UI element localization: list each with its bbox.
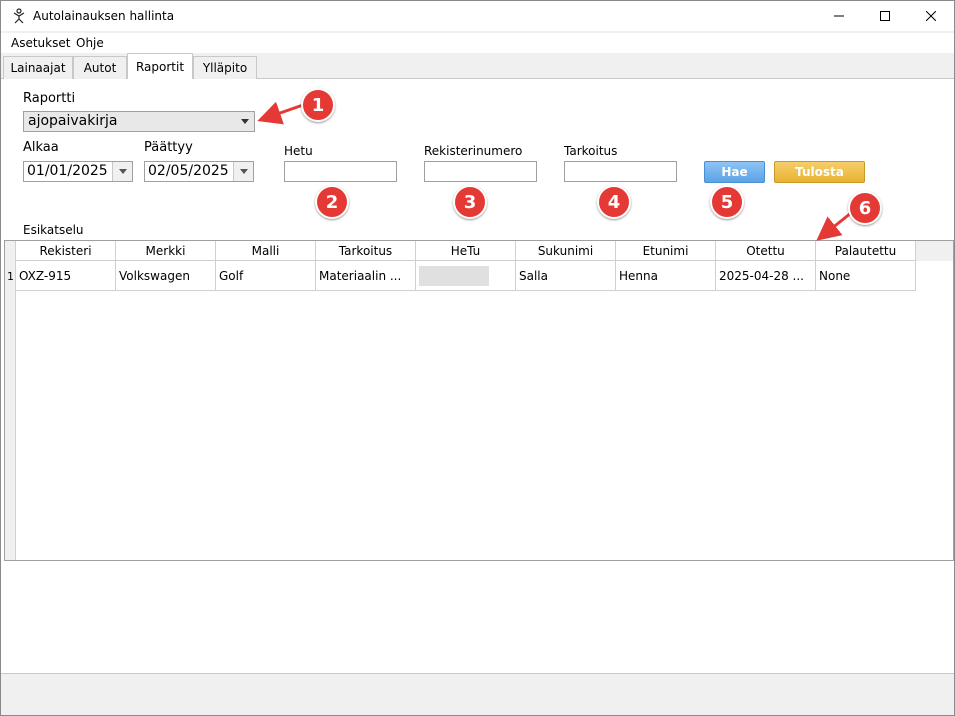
table-header: Rekisteri Merkki Malli Tarkoitus HeTu Su… [5,241,953,261]
minimize-icon [834,15,844,17]
annotation-badge-4: 4 [597,185,631,219]
start-date-value: 01/01/2025 [27,163,108,179]
cell-merkki[interactable]: Volkswagen [116,261,216,291]
print-button[interactable]: Tulosta [774,161,865,183]
column-header-palautettu[interactable]: Palautettu [816,241,916,261]
maximize-icon [880,11,890,21]
end-date-picker[interactable]: 02/05/2025 [144,161,254,182]
annotation-badge-6: 6 [848,191,882,225]
tab-yllapito[interactable]: Ylläpito [193,56,257,79]
preview-table[interactable]: Rekisteri Merkki Malli Tarkoitus HeTu Su… [4,240,954,561]
cell-tarkoitus[interactable]: Materiaalin ... [316,261,416,291]
menu-bar: Asetukset Ohje [1,33,954,53]
maximize-button[interactable] [862,1,908,31]
reports-panel: Raportti ajopaivakirja Alkaa 01/01/2025 … [1,79,954,673]
tab-lainaajat[interactable]: Lainaajat [3,56,73,79]
registration-input[interactable] [424,161,537,182]
column-header-etunimi[interactable]: Etunimi [616,241,716,261]
app-icon [13,8,25,24]
report-select[interactable]: ajopaivakirja [23,111,255,132]
cell-etunimi[interactable]: Henna [616,261,716,291]
tab-bar: Lainaajat Autot Raportit Ylläpito [1,53,954,80]
report-select-value: ajopaivakirja [28,113,118,129]
status-bar [1,673,954,715]
purpose-label: Tarkoitus [564,144,618,158]
tab-raportit[interactable]: Raportit [127,53,193,80]
annotation-badge-1: 1 [301,88,335,122]
column-header-merkki[interactable]: Merkki [116,241,216,261]
column-header-tarkoitus[interactable]: Tarkoitus [316,241,416,261]
minimize-button[interactable] [816,1,862,31]
preview-label: Esikatselu [23,223,84,237]
window-title: Autolainauksen hallinta [33,9,175,23]
annotation-badge-2: 2 [315,185,349,219]
hetu-input[interactable] [284,161,397,182]
chevron-down-icon [236,112,254,131]
column-header-rekisteri[interactable]: Rekisteri [16,241,116,261]
column-header-hetu[interactable]: HeTu [416,241,516,261]
cell-palautettu[interactable]: None [816,261,916,291]
close-icon [926,11,936,21]
column-header-malli[interactable]: Malli [216,241,316,261]
arrow-1 [257,101,304,125]
cell-malli[interactable]: Golf [216,261,316,291]
annotation-badge-5: 5 [710,185,744,219]
start-date-label: Alkaa [23,140,59,155]
app-window: Autolainauksen hallinta Asetukset Ohje L… [0,0,955,716]
row-index: 1 [7,269,14,283]
title-bar: Autolainauksen hallinta [1,1,954,31]
purpose-input[interactable] [564,161,677,182]
start-date-dropdown-icon[interactable] [112,162,132,181]
menu-ohje[interactable]: Ohje [76,36,104,50]
cell-rekisteri[interactable]: OXZ-915 [16,261,116,291]
end-date-dropdown-icon[interactable] [233,162,253,181]
column-header-otettu[interactable]: Otettu [716,241,816,261]
cell-otettu[interactable]: 2025-04-28 ... [716,261,816,291]
close-button[interactable] [908,1,954,31]
cell-sukunimi[interactable]: Salla [516,261,616,291]
annotation-badge-3: 3 [453,185,487,219]
tab-autot[interactable]: Autot [73,56,127,79]
cell-hetu[interactable] [416,261,516,291]
start-date-picker[interactable]: 01/01/2025 [23,161,133,182]
menu-asetukset[interactable]: Asetukset [11,36,70,50]
arrow-6 [816,211,852,241]
end-date-value: 02/05/2025 [148,163,229,179]
hetu-label: Hetu [284,144,313,158]
end-date-label: Päättyy [144,140,193,155]
column-header-sukunimi[interactable]: Sukunimi [516,241,616,261]
registration-label: Rekisterinumero [424,144,523,158]
report-label: Raportti [23,91,76,106]
hetu-redaction [419,265,489,286]
search-button[interactable]: Hae [704,161,765,183]
